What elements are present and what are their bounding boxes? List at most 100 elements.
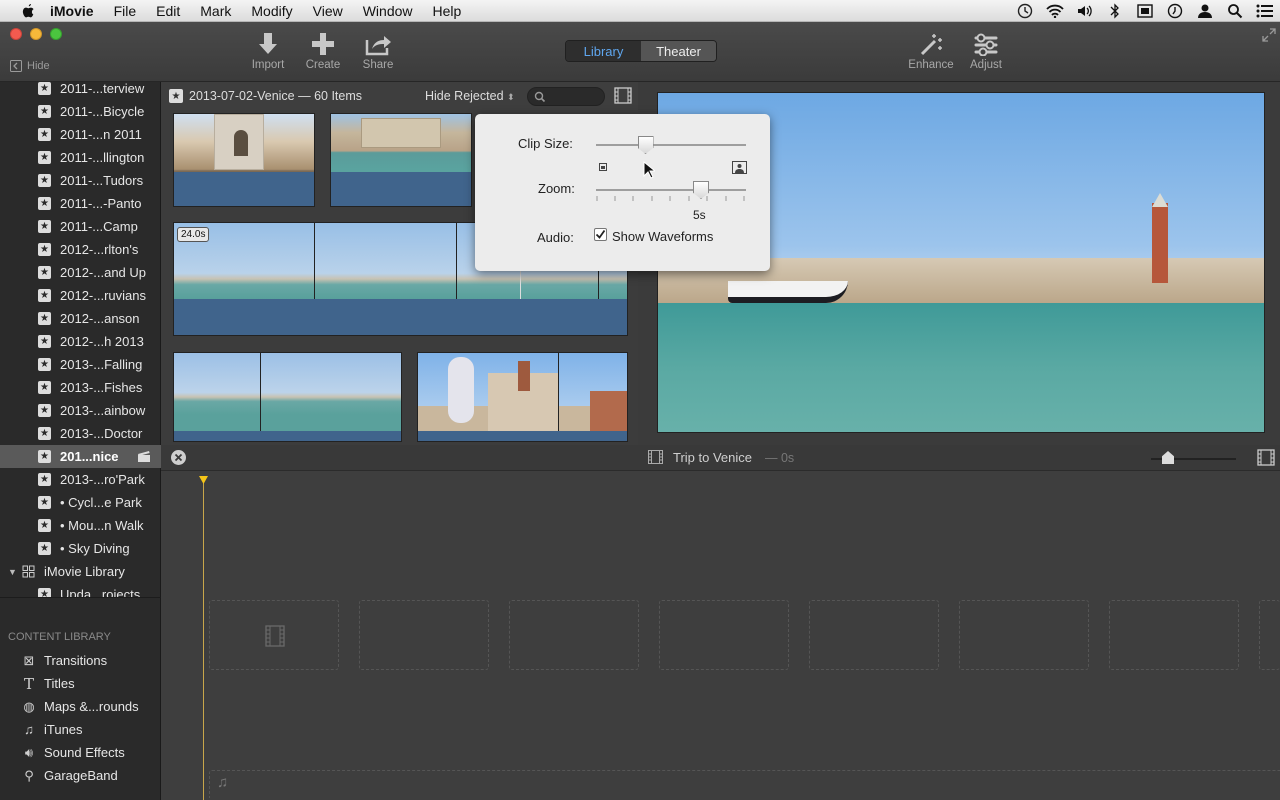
notification-center-icon[interactable] — [1250, 4, 1280, 18]
event-item[interactable]: ★ 2011-...-Panto — [0, 192, 161, 215]
event-star-icon: ★ — [38, 588, 51, 597]
event-item[interactable]: ★ 2012-...ruvians — [0, 284, 161, 307]
zoom-slider[interactable] — [596, 189, 746, 191]
menu-mark[interactable]: Mark — [200, 3, 231, 19]
event-item[interactable]: ★ 2011-...Camp — [0, 215, 161, 238]
search-icon — [534, 91, 546, 103]
clip-size-slider-knob[interactable] — [637, 136, 654, 154]
playhead[interactable] — [203, 481, 204, 800]
event-item[interactable]: ★ • Mou...n Walk — [0, 514, 161, 537]
clip-filmstrip[interactable] — [173, 352, 402, 442]
bluetooth-icon[interactable] — [1100, 3, 1130, 19]
event-item[interactable]: ★ 2013-...Falling — [0, 353, 161, 376]
mouse-pointer-icon — [643, 161, 655, 179]
sliders-icon — [974, 33, 998, 56]
event-item[interactable]: ★ • Sky Diving — [0, 537, 161, 560]
event-item[interactable]: ★ 2011-...terview — [0, 82, 161, 100]
content-item-maps[interactable]: ◍ Maps &...rounds — [0, 695, 161, 718]
audio-label: Audio: — [537, 230, 574, 245]
event-item[interactable]: ★ 2013-...Fishes — [0, 376, 161, 399]
maps-icon: ◍ — [23, 698, 35, 714]
event-item[interactable]: ★ Upda...rojects — [0, 583, 161, 597]
film-icon — [265, 625, 285, 647]
share-icon — [365, 36, 391, 56]
menu-file[interactable]: File — [114, 3, 137, 19]
timeline-settings-icon[interactable] — [1257, 449, 1275, 466]
close-window-button[interactable] — [10, 28, 22, 40]
search-field[interactable] — [527, 87, 605, 106]
playhead-handle[interactable] — [199, 476, 208, 484]
clock-icon[interactable] — [1160, 3, 1190, 19]
import-button[interactable]: Import — [240, 32, 296, 71]
music-well[interactable]: ♫ — [209, 770, 1280, 798]
content-item-sound-effects[interactable]: 🔊︎ Sound Effects — [0, 741, 161, 764]
hide-libraries-button[interactable]: Hide — [10, 60, 50, 72]
filter-popup[interactable]: Hide Rejected ⬍ — [425, 89, 515, 103]
enhance-button[interactable]: Enhance — [903, 32, 959, 71]
content-item-titles[interactable]: T Titles — [0, 672, 161, 695]
apple-icon[interactable] — [20, 3, 36, 19]
event-item[interactable]: ★ 2013-...Doctor — [0, 422, 161, 445]
event-item[interactable]: ★ 2013-...ro'Park — [0, 468, 161, 491]
library-tab[interactable]: Library — [566, 41, 641, 61]
library-item[interactable]: ▼ iMovie Library — [0, 560, 161, 583]
menu-help[interactable]: Help — [433, 3, 462, 19]
zoom-window-button[interactable] — [50, 28, 62, 40]
create-button[interactable]: Create — [295, 32, 351, 71]
keyboard-icon[interactable] — [1130, 4, 1160, 18]
event-item[interactable]: ★ 2012-...h 2013 — [0, 330, 161, 353]
content-item-itunes[interactable]: ♫ iTunes — [0, 718, 161, 741]
libraries-sidebar: ★ 2011-...terview ★ 2011-...Bicycle ★ 2011-… — [0, 82, 161, 800]
user-icon[interactable] — [1190, 3, 1220, 19]
share-button[interactable]: Share — [350, 32, 406, 71]
show-waveforms-label[interactable]: Show Waveforms — [612, 229, 713, 244]
sound-effects-icon: 🔊︎ — [24, 744, 34, 760]
clip-duration-badge: 24.0s — [177, 227, 210, 242]
clip-filmstrip[interactable] — [417, 352, 628, 442]
minimize-window-button[interactable] — [30, 28, 42, 40]
event-star-icon: ★ — [38, 404, 51, 417]
drop-placeholder[interactable] — [209, 600, 339, 670]
event-item[interactable]: ★ 2012-...rlton's — [0, 238, 161, 261]
content-item-garageband[interactable]: ⚲ GarageBand — [0, 764, 161, 787]
adjust-button[interactable]: Adjust — [958, 32, 1014, 71]
menu-window[interactable]: Window — [363, 3, 413, 19]
volume-icon[interactable] — [1070, 4, 1100, 18]
clapper-icon — [138, 451, 150, 462]
event-item[interactable]: ★ 2011-...Tudors — [0, 169, 161, 192]
hide-sidebar-icon — [10, 60, 22, 72]
app-menu[interactable]: iMovie — [50, 3, 94, 19]
event-item[interactable]: ★ 2011-...Bicycle — [0, 100, 161, 123]
menu-view[interactable]: View — [313, 3, 343, 19]
content-item-transitions[interactable]: ⊠ Transitions — [0, 649, 161, 672]
clip-thumbnail[interactable] — [330, 113, 472, 207]
event-item[interactable]: ★ 2012-...and Up — [0, 261, 161, 284]
timeline-zoom-knob[interactable] — [1162, 451, 1174, 464]
fullscreen-icon[interactable] — [1262, 28, 1276, 42]
magic-wand-icon — [920, 34, 942, 56]
clip-appearance-icon[interactable] — [614, 87, 632, 104]
clip-thumbnail[interactable] — [173, 113, 315, 207]
time-machine-icon[interactable] — [1010, 3, 1040, 19]
theater-tab[interactable]: Theater — [641, 41, 716, 61]
show-waveforms-checkbox[interactable] — [594, 228, 607, 241]
event-item[interactable]: ★ 2012-...anson — [0, 307, 161, 330]
event-star-icon: ★ — [38, 450, 51, 463]
event-item[interactable]: ★ • Cycl...e Park — [0, 491, 161, 514]
yacht — [728, 281, 848, 303]
event-star-icon: ★ — [38, 197, 51, 210]
wifi-icon[interactable] — [1040, 4, 1070, 18]
close-project-icon[interactable] — [170, 449, 187, 466]
zoom-label: Zoom: — [538, 181, 575, 196]
spotlight-icon[interactable] — [1220, 3, 1250, 19]
project-timeline: Trip to Venice — 0s ♫ — [161, 445, 1280, 800]
clip-size-slider[interactable] — [596, 144, 746, 146]
menu-edit[interactable]: Edit — [156, 3, 180, 19]
event-item[interactable]: ★ 2011-...llington — [0, 146, 161, 169]
clip-size-label: Clip Size: — [518, 136, 573, 151]
disclosure-triangle-icon[interactable]: ▼ — [8, 567, 22, 577]
event-item[interactable]: ★ 2013-...ainbow — [0, 399, 161, 422]
event-item-selected[interactable]: ★ 201...nice — [0, 445, 161, 468]
menu-modify[interactable]: Modify — [251, 3, 292, 19]
event-item[interactable]: ★ 2011-...n 2011 — [0, 123, 161, 146]
